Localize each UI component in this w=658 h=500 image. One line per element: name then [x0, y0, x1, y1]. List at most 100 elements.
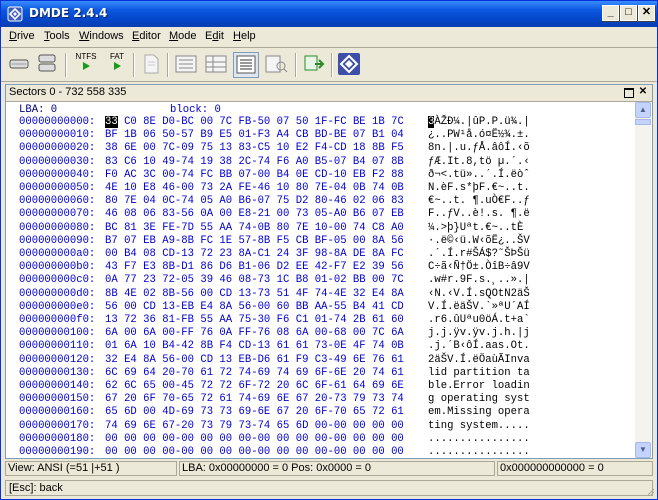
- maximize-button[interactable]: □: [620, 5, 637, 21]
- menu-mode-label: ode: [178, 30, 197, 42]
- row-hex-bytes[interactable]: 4E 10 E8 46-00 73 2A FE-46 10 80 7E-04 0…: [105, 182, 404, 194]
- row-hex-bytes[interactable]: 6C 69 64 20-70 61 72 74-69 74 69 6F-6E 2…: [105, 367, 404, 379]
- minimize-button[interactable]: _: [602, 5, 619, 21]
- view-table-icon: [205, 55, 227, 73]
- dmde-logo-button[interactable]: [337, 52, 361, 78]
- toolbar-separator: [331, 53, 333, 77]
- row-hex-bytes[interactable]: 56 00 CD 13-EB E4 8A 56-00 60 BB AA-55 B…: [105, 301, 404, 313]
- view-hex-button[interactable]: [233, 52, 259, 78]
- row-hex-bytes[interactable]: B7 07 EB A9-8B FC 1E 57-8B F5 CB BF-05 0…: [105, 235, 404, 247]
- menu-editor[interactable]: Editor: [132, 30, 161, 42]
- row-offset: 00000000170:: [19, 419, 96, 432]
- toolbar-separator: [295, 53, 297, 77]
- new-document-button[interactable]: [139, 52, 163, 78]
- row-ascii[interactable]: g operating syst: [428, 393, 530, 405]
- row-ascii[interactable]: j.j.ÿv.ÿv.j.h.|j: [428, 327, 530, 339]
- row-ascii[interactable]: em.Missing opera: [428, 406, 530, 418]
- row-hex-bytes[interactable]: 8B 4E 02 8B-56 00 CD 13-73 51 4F 74-4E 3…: [105, 288, 404, 300]
- row-ascii[interactable]: .j.´B‹ôÍ.aas.Ot.: [428, 340, 530, 352]
- menu-drive-accel: D: [9, 30, 17, 42]
- scroll-up-button[interactable]: ▲: [635, 102, 651, 118]
- row-hex-bytes[interactable]: 62 6C 65 00-45 72 72 6F-72 20 6C 6F-61 6…: [105, 380, 404, 392]
- view-text-button[interactable]: [263, 52, 289, 78]
- vertical-scrollbar[interactable]: ▲ ▼: [635, 102, 651, 458]
- ascii-cursor[interactable]: 3: [428, 116, 435, 128]
- row-hex-bytes[interactable]: 0A 77 23 72-05 39 46 08-73 1C B8 01-02 B…: [105, 274, 404, 286]
- byte-cursor[interactable]: 33: [105, 116, 118, 128]
- row-ascii[interactable]: lid partition ta: [428, 367, 530, 379]
- scroll-thumb[interactable]: [635, 119, 651, 125]
- row-offset: 000000000e0:: [19, 300, 96, 313]
- row-hex-bytes[interactable]: 33 C0 8E D0-BC 00 7C FB-50 07 50 1F-FC B…: [105, 116, 404, 128]
- ntfs-run-icon: [83, 62, 90, 70]
- row-ascii[interactable]: ‹N.‹V.Í.sQOtN2äŠ: [428, 288, 530, 300]
- row-offset: 000000000d0:: [19, 287, 96, 300]
- row-ascii[interactable]: ble.Error loadin: [428, 380, 530, 392]
- panel-maximize-icon[interactable]: [624, 88, 634, 98]
- row-ascii[interactable]: V.Í.ëäŠV.`»ªU´AÍ: [428, 301, 530, 313]
- row-ascii[interactable]: €~..t. ¶.uÒ€F..ƒ: [428, 195, 530, 207]
- row-ascii[interactable]: F..ƒV..è!.s. ¶.ë: [428, 208, 530, 220]
- row-hex-bytes[interactable]: 65 6D 00 4D-69 73 73 69-6E 67 20 6F-70 6…: [105, 406, 404, 418]
- row-hex-bytes[interactable]: 32 E4 8A 56-00 CD 13 EB-D6 61 F9 C3-49 6…: [105, 354, 404, 366]
- row-ascii[interactable]: .r6.ûUªu0öÁ.t+a`: [428, 314, 530, 326]
- menu-windows[interactable]: Windows: [79, 30, 124, 42]
- row-ascii[interactable]: 2äŠV.Í.ëÖaùÃInva: [428, 354, 530, 366]
- file-write-button[interactable]: [301, 52, 327, 78]
- panel-close-icon[interactable]: ✕: [637, 86, 649, 98]
- partitions-button[interactable]: [35, 52, 59, 78]
- row-hex-bytes[interactable]: 74 69 6E 67-20 73 79 73-74 65 6D 00-00 0…: [105, 420, 404, 432]
- row-ascii[interactable]: 8n.|.u.ƒÅ.âôÍ.‹õ: [428, 142, 530, 154]
- row-hex-bytes[interactable]: 6A 00 6A 00-FF 76 0A FF-76 08 6A 00-68 0…: [105, 327, 404, 339]
- row-ascii[interactable]: 3ÀŽÐ¼.|ûP.P.ü¾.|: [428, 116, 530, 128]
- maximize-icon: □: [625, 6, 632, 18]
- view-table-button[interactable]: [203, 52, 229, 78]
- row-offset: 00000000060:: [19, 195, 96, 208]
- row-ascii[interactable]: ¿..PW¹å.ó¤Ë½¾.±.: [428, 129, 530, 141]
- row-hex-bytes[interactable]: 38 6E 00 7C-09 75 13 83-C5 10 E2 F4-CD 1…: [105, 142, 404, 154]
- row-ascii[interactable]: ¼.>þ}Uªt.€~..tÈ: [428, 222, 530, 234]
- row-ascii[interactable]: C÷ã‹Ñ†Ö±.ÒîB÷â9V: [428, 261, 530, 273]
- resize-grip-icon[interactable]: [645, 486, 655, 496]
- row-ascii[interactable]: ................: [428, 446, 530, 458]
- row-hex-bytes[interactable]: 00 00 00 00-00 00 00 00-00 00 00 00-00 0…: [105, 433, 404, 445]
- row-ascii[interactable]: ................: [428, 433, 530, 445]
- row-ascii[interactable]: .´.Í.r#ŠÁ$?˜ŠÞŠü: [428, 248, 530, 260]
- menu-mode[interactable]: Mode: [169, 30, 197, 42]
- fat-button[interactable]: FAT: [105, 52, 129, 78]
- row-offset: 00000000020:: [19, 142, 96, 155]
- row-hex-bytes[interactable]: 01 6A 10 B4-42 8B F4 CD-13 61 61 73-0E 4…: [105, 340, 404, 352]
- row-hex-bytes[interactable]: BC 81 3E FE-7D 55 AA 74-0B 80 7E 10-00 7…: [105, 222, 404, 234]
- menu-drive[interactable]: Drive: [9, 30, 35, 42]
- row-ascii[interactable]: ƒÆ.It.8,tö µ.´.‹: [428, 156, 530, 168]
- close-button[interactable]: ✕: [638, 5, 655, 21]
- row-ascii[interactable]: .w#r.9F.s.¸..».|: [428, 274, 530, 286]
- view-list-button[interactable]: [173, 52, 199, 78]
- row-hex-bytes[interactable]: 46 08 06 83-56 0A 00 E8-21 00 73 05-A0 B…: [105, 208, 404, 220]
- row-hex-bytes[interactable]: BF 1B 06 50-57 B9 E5 01-F3 A4 CB BD-BE 0…: [105, 129, 404, 141]
- row-ascii[interactable]: N.èF.s*þF.€~..t.: [428, 182, 530, 194]
- row-hex-bytes[interactable]: 83 C6 10 49-74 19 38 2C-74 F6 A0 B5-07 B…: [105, 156, 404, 168]
- row-hex-bytes[interactable]: F0 AC 3C 00-74 FC BB 07-00 B4 0E CD-10 E…: [105, 169, 404, 181]
- ntfs-label: NTFS: [75, 52, 97, 61]
- dmde-app-icon[interactable]: [7, 6, 23, 22]
- view-hex-icon: [236, 55, 256, 74]
- row-ascii[interactable]: ð¬<.tü»..´.Í.ëòˆ: [428, 169, 530, 181]
- title-bar[interactable]: DMDE 2.4.4 _ □ ✕: [1, 1, 657, 27]
- ntfs-button[interactable]: NTFS: [71, 52, 101, 78]
- disk-button[interactable]: [7, 52, 31, 78]
- row-hex-bytes[interactable]: 00 B4 08 CD-13 72 23 8A-C1 24 3F 98-8A D…: [105, 248, 404, 260]
- menu-edit[interactable]: Edit: [205, 30, 224, 42]
- scroll-down-button[interactable]: ▼: [635, 442, 651, 458]
- row-hex-bytes[interactable]: 13 72 36 81-FB 55 AA 75-30 F6 C1 01-74 2…: [105, 314, 404, 326]
- row-hex-bytes[interactable]: 43 F7 E3 8B-D1 86 D6 B1-06 D2 EE 42-F7 E…: [105, 261, 404, 273]
- row-ascii[interactable]: ting system.....: [428, 420, 530, 432]
- hex-view[interactable]: LBA: 0 block: 0 00000000000: 33 C0 8E D0-…: [7, 102, 635, 458]
- menu-help[interactable]: Help: [233, 30, 256, 42]
- row-hex-bytes[interactable]: 00 00 00 00-00 00 00 00-00 00 00 00-00 0…: [105, 446, 404, 458]
- menu-tools[interactable]: Tools: [44, 30, 70, 42]
- row-hex-bytes[interactable]: 67 20 6F 70-65 72 61 74-69 6E 67 20-73 7…: [105, 393, 404, 405]
- row-ascii[interactable]: ·.ë©‹ü.W‹õË¿..ŠV: [428, 235, 530, 247]
- row-hex-bytes[interactable]: 80 7E 04 0C-74 05 A0 B6-07 75 D2 80-46 0…: [105, 195, 404, 207]
- row-offset: 00000000090:: [19, 234, 96, 247]
